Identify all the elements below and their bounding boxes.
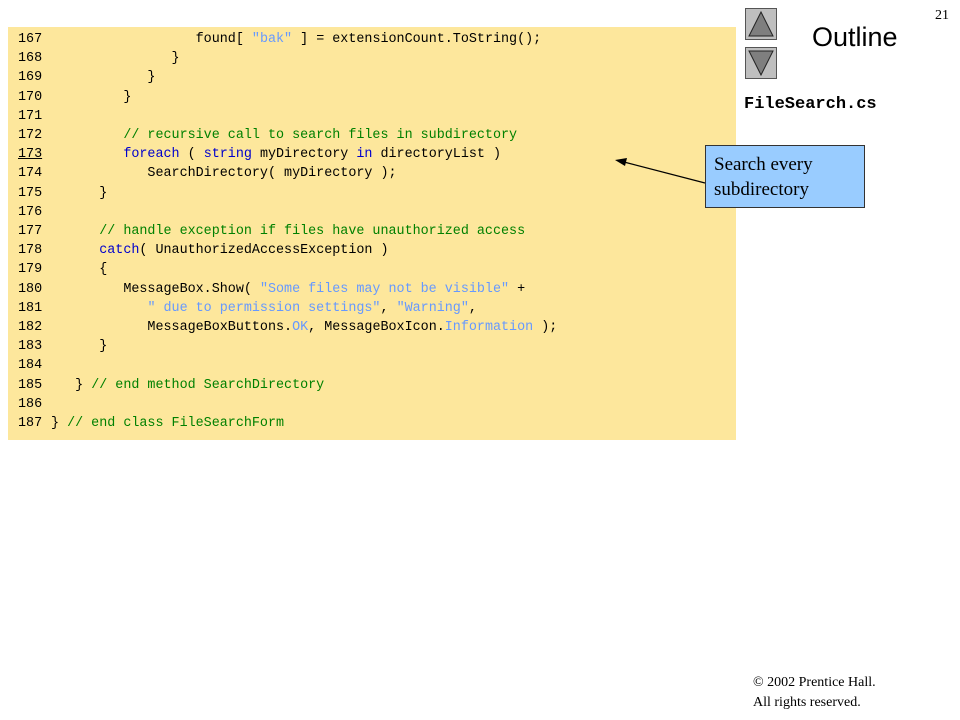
code-token: ,	[468, 300, 477, 316]
code-line: 171	[18, 107, 51, 126]
line-number: 167	[18, 32, 43, 47]
line-number: 169	[18, 70, 43, 86]
code-line: 180 MessageBox.Show( "Some files may not…	[18, 280, 525, 299]
code-token: OK	[292, 320, 309, 335]
next-slide-button[interactable]	[745, 47, 777, 79]
line-number: 182	[18, 320, 43, 335]
line-number: 172	[18, 128, 43, 143]
code-token: // end method SearchDirectory	[91, 377, 325, 393]
code-line: 167 found[ "bak" ] = extensionCount.ToSt…	[18, 30, 541, 49]
line-number: 180	[18, 281, 43, 297]
code-line: 174 SearchDirectory( myDirectory );	[18, 164, 397, 183]
code-token: }	[51, 51, 180, 67]
line-number: 170	[18, 89, 43, 105]
line-number: 171	[18, 108, 43, 124]
code-listing: 167 found[ "bak" ] = extensionCount.ToSt…	[8, 27, 736, 440]
code-token: " due to permission settings"	[147, 300, 381, 316]
callout-line-1: Search every	[714, 154, 813, 175]
code-token: // end class FileSearchForm	[67, 416, 285, 431]
code-line: 182 MessageBoxButtons.OK, MessageBoxIcon…	[18, 318, 557, 337]
code-line: 178 catch( UnauthorizedAccessException )	[18, 241, 389, 260]
line-number: 184	[18, 358, 43, 374]
line-number: 179	[18, 262, 43, 278]
code-token: myDirectory	[251, 147, 357, 163]
code-token: MessageBox.Show(	[51, 281, 260, 297]
line-number: 176	[18, 204, 43, 220]
code-token: }	[51, 89, 132, 105]
code-token: // handle exception if files have unauth…	[99, 224, 526, 239]
code-token: {	[51, 262, 108, 278]
code-token: string	[203, 147, 252, 163]
line-number: 168	[18, 51, 43, 67]
code-line: 176	[18, 203, 51, 222]
code-token: );	[533, 320, 558, 335]
code-token: found[	[51, 32, 252, 47]
file-name: FileSearch.cs	[744, 95, 877, 114]
code-token: catch	[99, 243, 140, 259]
code-line: 185 } // end method SearchDirectory	[18, 376, 324, 395]
copyright: © 2002 Prentice Hall. All rights reserve…	[753, 673, 876, 713]
code-token: MessageBoxButtons.	[51, 320, 293, 335]
code-token: in	[356, 147, 373, 163]
code-token: }	[51, 185, 108, 201]
code-line: 187} // end class FileSearchForm	[18, 414, 284, 433]
line-number: 181	[18, 300, 43, 316]
triangle-down-icon	[748, 50, 774, 77]
line-number: 173	[18, 147, 43, 163]
code-token: }	[51, 70, 156, 86]
code-token: "Warning"	[396, 300, 469, 316]
line-number: 186	[18, 396, 43, 412]
line-number: 185	[18, 377, 43, 393]
code-token: "Some files may not be visible"	[259, 281, 510, 297]
code-token: }	[51, 339, 108, 355]
code-token: SearchDirectory( myDirectory );	[51, 166, 397, 182]
code-line: 172 // recursive call to search files in…	[18, 126, 517, 145]
code-line: 186	[18, 395, 51, 414]
code-line: 184	[18, 356, 51, 375]
copyright-line-2: All rights reserved.	[753, 695, 861, 710]
code-token: }	[51, 377, 92, 393]
code-line: 183 }	[18, 337, 107, 356]
code-token: +	[509, 281, 526, 297]
callout-line-2: subdirectory	[714, 179, 809, 200]
line-number: 183	[18, 339, 43, 355]
copyright-line-1: 2002 Prentice Hall.	[763, 675, 876, 690]
code-line: 181 " due to permission settings", "Warn…	[18, 299, 477, 318]
code-line: 170 }	[18, 88, 131, 107]
code-token: ] = extensionCount.ToString();	[292, 32, 542, 47]
line-number: 175	[18, 185, 43, 201]
line-number: 187	[18, 416, 43, 431]
line-number: 174	[18, 166, 43, 182]
code-line: 169 }	[18, 68, 155, 87]
code-token: // recursive call to search files in sub…	[123, 128, 518, 143]
triangle-up-icon	[748, 10, 774, 37]
code-line: 177 // handle exception if files have un…	[18, 222, 525, 241]
line-number: 177	[18, 224, 43, 239]
copyright-symbol: ©	[753, 675, 764, 690]
callout-box: Search every subdirectory	[705, 145, 865, 208]
code-token: }	[51, 416, 68, 431]
code-token: , MessageBoxIcon.	[308, 320, 445, 335]
code-line: 173 foreach ( string myDirectory in dire…	[18, 145, 501, 164]
code-token: Information	[444, 320, 534, 335]
code-token: foreach	[123, 147, 180, 163]
code-token: ,	[380, 300, 397, 316]
code-token: ( UnauthorizedAccessException )	[139, 243, 389, 259]
code-line: 168 }	[18, 49, 180, 68]
previous-slide-button[interactable]	[745, 8, 777, 40]
code-line: 179 {	[18, 260, 107, 279]
code-token: (	[179, 147, 204, 163]
page-number: 21	[935, 8, 949, 23]
code-line: 175 }	[18, 184, 107, 203]
code-token: "bak"	[251, 32, 293, 47]
outline-title: Outline	[812, 22, 898, 52]
line-number: 178	[18, 243, 43, 259]
code-token: directoryList )	[372, 147, 502, 163]
